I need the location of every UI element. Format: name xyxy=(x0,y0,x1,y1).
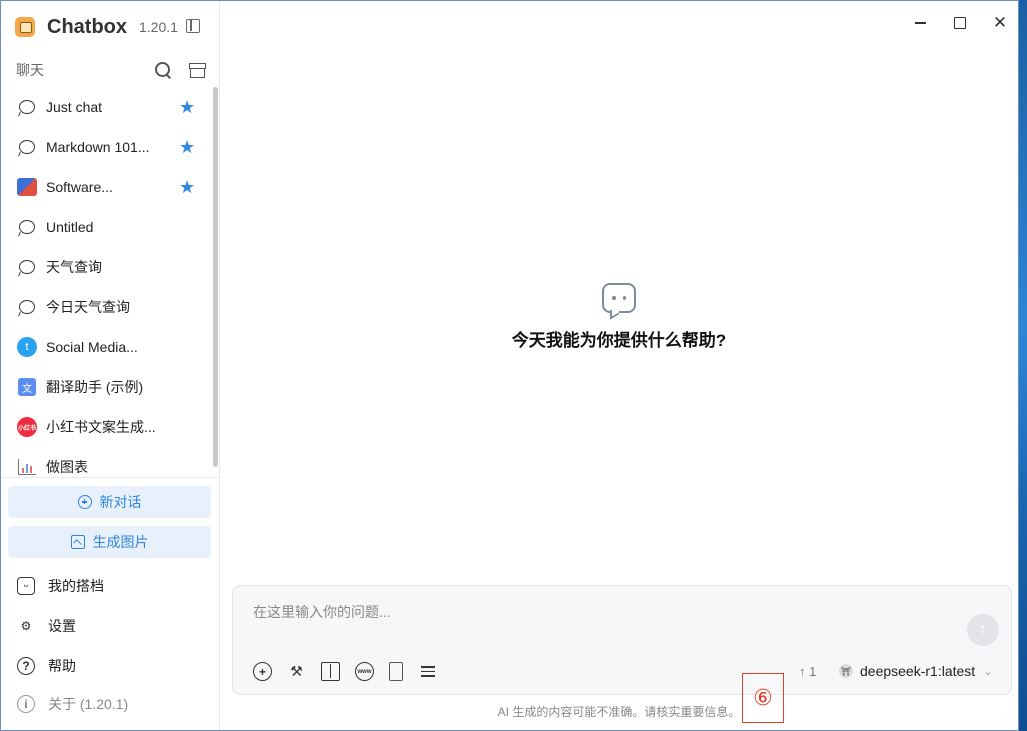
chat-item-label: 小红书文案生成... xyxy=(46,419,156,435)
minimize-icon xyxy=(914,22,926,24)
chat-item-label: 今日天气查询 xyxy=(46,299,130,315)
chat-item[interactable]: Software... ★ xyxy=(1,167,213,207)
empty-state: 今天我能为你提供什么帮助? xyxy=(220,283,1018,351)
new-chat-button[interactable]: 新对话 xyxy=(8,486,211,518)
composer-toolbar: + ⚒ www xyxy=(253,662,437,681)
close-button[interactable]: ✕ xyxy=(988,11,1012,35)
new-chat-label: 新对话 xyxy=(99,494,142,510)
app-version: 1.20.1 xyxy=(139,19,178,35)
chat-item[interactable]: 做图表 xyxy=(1,447,213,475)
chat-item-label: Software... xyxy=(46,179,113,195)
chevron-down-icon: ⌄ xyxy=(983,665,993,678)
chat-bubble-icon xyxy=(602,283,636,313)
arrow-up-icon: ↑ xyxy=(979,621,987,638)
collapse-sidebar-icon[interactable] xyxy=(186,19,200,33)
partners-label: 我的搭档 xyxy=(48,578,104,594)
chat-bubble-icon xyxy=(17,97,37,117)
chat-item[interactable]: Untitled xyxy=(1,207,213,247)
translate-avatar: 文 xyxy=(17,377,37,397)
chat-item[interactable]: 天气查询 xyxy=(1,247,213,287)
about-label: 关于 (1.20.1) xyxy=(48,696,129,712)
maximize-icon xyxy=(954,17,966,29)
empty-state-title: 今天我能为你提供什么帮助? xyxy=(511,331,727,350)
model-icon: ⛩ xyxy=(839,664,853,678)
sidebar-divider xyxy=(1,477,219,478)
brand: Chatbox 1.20.1 xyxy=(15,15,178,39)
chat-bubble-icon xyxy=(17,297,37,317)
search-icon[interactable] xyxy=(154,61,172,79)
chat-item[interactable]: t Social Media... xyxy=(1,327,213,367)
partner-face-icon: ᵕ xyxy=(17,577,35,595)
chat-bubble-icon xyxy=(17,217,37,237)
image-gen-label: 生成图片 xyxy=(92,534,149,550)
minimize-button[interactable] xyxy=(908,11,932,35)
attach-plus-icon[interactable]: + xyxy=(253,662,272,681)
chat-bubble-icon xyxy=(17,257,37,277)
knowledge-book-icon[interactable] xyxy=(321,662,340,681)
settings-label: 设置 xyxy=(48,618,76,634)
plus-circle-icon xyxy=(77,495,92,509)
chat-item-label: Untitled xyxy=(46,219,94,235)
archive-icon[interactable] xyxy=(188,61,206,79)
annotation-badge: ⑥ xyxy=(742,673,784,723)
chat-item[interactable]: 小红书 小红书文案生成... xyxy=(1,407,213,447)
chat-item[interactable]: Just chat ★ xyxy=(1,87,213,127)
model-name: deepseek-r1:latest xyxy=(860,663,976,679)
sidebar-scrollbar[interactable] xyxy=(213,87,218,467)
disclaimer: AI 生成的内容可能不准确。请核实重要信息。 xyxy=(497,705,741,719)
close-icon: ✕ xyxy=(992,12,1008,33)
sidebar: Chatbox 1.20.1 聊天 Just chat ★ Markdown 1… xyxy=(1,1,220,730)
twitter-avatar: t xyxy=(17,337,37,357)
app-window: Chatbox 1.20.1 聊天 Just chat ★ Markdown 1… xyxy=(0,0,1019,731)
software-dev-avatar xyxy=(17,177,37,197)
help-label: 帮助 xyxy=(48,658,76,674)
chat-item[interactable]: 文 翻译助手 (示例) xyxy=(1,367,213,407)
chat-section-header: 聊天 xyxy=(16,60,206,80)
image-gen-icon xyxy=(70,535,85,549)
hammer-icon[interactable]: ⚒ xyxy=(287,662,306,681)
context-counter[interactable]: ↑ 1 xyxy=(799,664,816,679)
chat-item-label: Social Media... xyxy=(46,339,138,355)
send-button[interactable]: ↑ xyxy=(967,614,999,646)
about-link[interactable]: i 关于 (1.20.1) xyxy=(17,692,128,716)
chat-bubble-icon xyxy=(17,137,37,157)
chat-item-label: 翻译助手 (示例) xyxy=(46,379,144,395)
chart-avatar xyxy=(17,457,37,475)
partners-link[interactable]: ᵕ 我的搭档 xyxy=(17,574,104,598)
help-icon: ? xyxy=(17,657,35,675)
file-icon[interactable] xyxy=(389,662,403,681)
web-search-icon[interactable]: www xyxy=(355,662,374,681)
help-link[interactable]: ? 帮助 xyxy=(17,654,76,678)
star-icon[interactable]: ★ xyxy=(179,138,195,156)
xiaohongshu-avatar: 小红书 xyxy=(17,417,37,437)
info-icon: i xyxy=(17,695,35,713)
maximize-button[interactable] xyxy=(948,11,972,35)
section-title: 聊天 xyxy=(16,62,44,78)
settings-sliders-icon[interactable] xyxy=(418,662,437,681)
chatbox-logo-icon xyxy=(15,17,35,37)
chat-item-label: Markdown 101... xyxy=(46,139,150,155)
chat-item-label: 做图表 xyxy=(46,459,88,475)
chat-main: ✕ 今天我能为你提供什么帮助? 在这里输入你的问题... ↑ + ⚒ www ↑… xyxy=(220,1,1018,730)
star-icon[interactable]: ★ xyxy=(179,178,195,196)
message-input[interactable]: 在这里输入你的问题... xyxy=(253,602,391,622)
app-name: Chatbox xyxy=(47,15,127,38)
gear-icon: ⚙ xyxy=(20,619,32,633)
chat-item-label: 天气查询 xyxy=(46,259,102,275)
desktop-background xyxy=(1019,0,1027,731)
chat-item[interactable]: Markdown 101... ★ xyxy=(1,127,213,167)
chat-item[interactable]: 今日天气查询 xyxy=(1,287,213,327)
composer: 在这里输入你的问题... ↑ + ⚒ www ↑ 1 ⛩ deepseek-r1… xyxy=(232,585,1012,695)
image-gen-button[interactable]: 生成图片 xyxy=(8,526,211,558)
model-selector[interactable]: ⛩ deepseek-r1:latest ⌄ xyxy=(839,663,992,679)
settings-link[interactable]: ⚙ 设置 xyxy=(17,614,76,638)
star-icon[interactable]: ★ xyxy=(179,98,195,116)
chat-item-label: Just chat xyxy=(46,99,103,115)
chat-list: Just chat ★ Markdown 101... ★ Software..… xyxy=(1,87,213,475)
